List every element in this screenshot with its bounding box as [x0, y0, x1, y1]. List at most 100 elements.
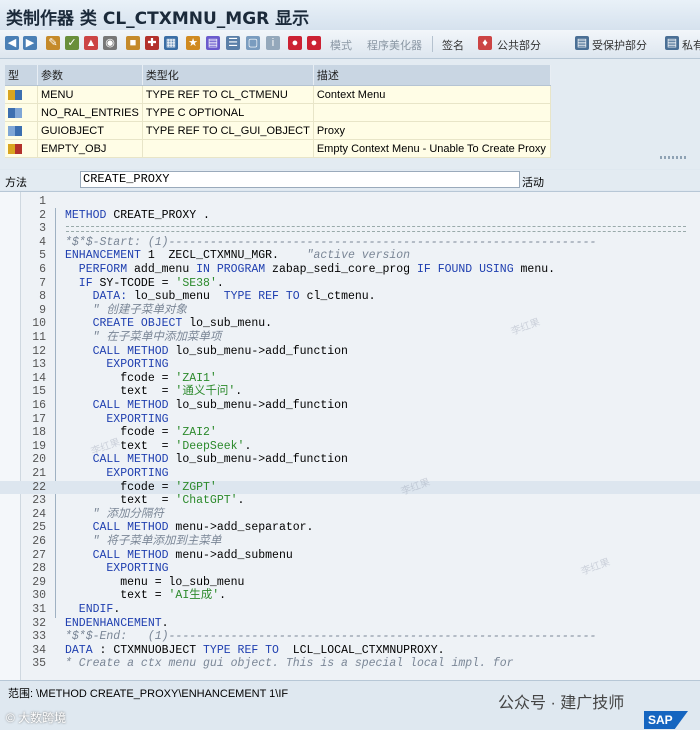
line-number: 11 [32, 331, 46, 344]
method-bar: 方法 CREATE_PROXY 活动 [0, 170, 700, 190]
public-section-icon[interactable]: ♦ [478, 36, 492, 50]
code-text: CALL METHOD menu->add_separator. [65, 521, 314, 535]
code-line[interactable]: 34 DATA : CTXMNUOBJECT TYPE REF TO LCL_LO… [0, 644, 700, 658]
code-line[interactable]: 6 PERFORM add_menu IN PROGRAM zabap_sedi… [0, 263, 700, 277]
back-arrow-icon[interactable]: ◀ [5, 36, 19, 50]
hierarchy-icon[interactable]: ▦ [164, 36, 178, 50]
line-number: 27 [32, 548, 46, 562]
code-line[interactable]: 24 " 添加分隔符 [0, 508, 700, 522]
param-description: Context Menu [313, 85, 551, 104]
code-line[interactable]: 10 CREATE OBJECT lo_sub_menu. [0, 317, 700, 331]
line-number: 14 [32, 371, 46, 385]
where-used-icon[interactable]: ◉ [103, 36, 117, 50]
line-number: 33 [32, 630, 46, 644]
code-line[interactable]: 21 EXPORTING [0, 467, 700, 481]
protected-section-icon[interactable]: ▤ [575, 36, 589, 50]
line-number: 23 [32, 494, 46, 508]
line-number: 26 [32, 535, 46, 548]
line-number: 4 [39, 235, 46, 249]
code-line[interactable]: 11 " 在子菜单中添加菜单项 [0, 331, 700, 345]
code-line[interactable]: 16 CALL METHOD lo_sub_menu->add_function [0, 399, 700, 413]
object-list-icon[interactable]: ■ [126, 36, 140, 50]
code-text: fcode = 'ZGPT' [65, 480, 217, 494]
import-param-icon [5, 103, 38, 122]
code-line[interactable]: 13 EXPORTING [0, 358, 700, 372]
display-change-icon[interactable]: ✎ [46, 36, 60, 50]
protected-section-button[interactable]: 受保护部分 [592, 37, 647, 53]
code-line[interactable]: 8 DATA: lo_sub_menu TYPE REF TO cl_ctmen… [0, 290, 700, 304]
navigator-icon[interactable]: ★ [186, 36, 200, 50]
sap-logo: SAP [644, 711, 688, 729]
stack-icon[interactable]: ☰ [226, 36, 240, 50]
table-row[interactable]: NO_RAL_ENTRIES TYPE C OPTIONAL [5, 103, 551, 122]
table-row[interactable]: EMPTY_OBJ Empty Context Menu - Unable To… [5, 139, 551, 158]
code-line[interactable]: 31 ENDIF. [0, 603, 700, 617]
code-line[interactable]: 32 ENDENHANCEMENT. [0, 617, 700, 631]
code-text: text = 'AI生成'. [65, 589, 227, 603]
column-header-typing: 类型化 [142, 65, 314, 86]
code-line[interactable]: 5 ENHANCEMENT 1 ZECL_CTXMNU_MGR. "active … [0, 249, 700, 263]
param-name: MENU [37, 85, 143, 104]
code-line[interactable]: 30 text = 'AI生成'. [0, 589, 700, 603]
line-number: 7 [39, 276, 46, 290]
public-section-button[interactable]: 公共部分 [497, 37, 541, 53]
code-line[interactable]: 22 fcode = 'ZGPT' [0, 480, 700, 495]
param-description: Proxy [313, 121, 551, 140]
signature-button[interactable]: 签名 [442, 37, 464, 53]
code-text: DATA: lo_sub_menu TYPE REF TO cl_ctmenu. [65, 290, 376, 304]
code-line[interactable]: 20 CALL METHOD lo_sub_menu->add_function [0, 453, 700, 467]
column-header-kind: 型 [5, 65, 38, 86]
code-text: EXPORTING [65, 562, 169, 576]
code-text: CREATE OBJECT lo_sub_menu. [65, 317, 273, 331]
info-icon[interactable]: i [266, 36, 280, 50]
code-line[interactable]: 29 menu = lo_sub_menu [0, 576, 700, 590]
code-line[interactable]: 9 " 创建子菜单对象 [0, 304, 700, 318]
line-number: 35 [32, 657, 46, 671]
code-line[interactable]: 1 [0, 195, 700, 209]
code-text: CALL METHOD menu->add_submenu [65, 548, 293, 562]
line-number: 5 [39, 249, 46, 263]
code-line[interactable]: 7 IF SY-TCODE = 'SE38'. [0, 277, 700, 291]
code-line[interactable]: 35 * Create a ctx menu gui object. This i… [0, 657, 700, 671]
activate-icon[interactable]: ▲ [84, 36, 98, 50]
code-text: ENDENHANCEMENT. [65, 616, 169, 630]
watchpoint-icon[interactable]: ● [307, 36, 321, 50]
param-description [313, 103, 551, 122]
code-line[interactable]: 26 " 将子菜单添加到主菜单 [0, 535, 700, 549]
method-name-field[interactable]: CREATE_PROXY [80, 171, 520, 188]
breakpoint-icon[interactable]: ● [288, 36, 302, 50]
line-number: 30 [32, 589, 46, 603]
private-section-button[interactable]: 私有 [682, 37, 700, 53]
toolbar-divider [432, 36, 433, 52]
code-line[interactable]: 2 METHOD CREATE_PROXY . [0, 209, 700, 223]
code-line[interactable]: 14 fcode = 'ZAI1' [0, 372, 700, 386]
code-line[interactable]: 33 *$*$-End: (1)-------------------------… [0, 630, 700, 644]
private-section-icon[interactable]: ▤ [665, 36, 679, 50]
param-name: NO_RAL_ENTRIES [37, 103, 143, 122]
edit-icon[interactable]: ✚ [145, 36, 159, 50]
parameter-area: 型 参数 类型化 描述 MENU TYPE REF TO CL_CTMENU C… [0, 59, 700, 169]
param-typing: TYPE C OPTIONAL [142, 103, 314, 122]
check-icon[interactable]: ✓ [65, 36, 79, 50]
code-line[interactable]: 17 EXPORTING [0, 413, 700, 427]
split-icon[interactable]: ▢ [246, 36, 260, 50]
column-header-parameter: 参数 [37, 65, 143, 86]
code-line[interactable]: 23 text = 'ChatGPT'. [0, 494, 700, 508]
code-line[interactable]: 15 text = '通义千问'. [0, 385, 700, 399]
param-description: Empty Context Menu - Unable To Create Pr… [313, 139, 551, 158]
table-row[interactable]: MENU TYPE REF TO CL_CTMENU Context Menu [5, 85, 551, 104]
param-name: GUIOBJECT [37, 121, 143, 140]
line-number: 25 [32, 521, 46, 535]
line-number: 3 [39, 222, 46, 236]
mode-button[interactable]: 模式 [330, 37, 352, 53]
splitter-handle[interactable] [660, 156, 688, 159]
table-row[interactable]: GUIOBJECT TYPE REF TO CL_GUI_OBJECT Prox… [5, 121, 551, 140]
code-editor[interactable]: 1 2 METHOD CREATE_PROXY . 3 4 *$*$-Start: (1)… [0, 191, 700, 680]
code-line[interactable]: 12 CALL METHOD lo_sub_menu->add_function [0, 345, 700, 359]
column-header-description: 描述 [313, 65, 551, 86]
pretty-printer-button[interactable]: 程序美化器 [367, 37, 422, 53]
forward-arrow-icon[interactable]: ▶ [23, 36, 37, 50]
code-line[interactable]: 4 *$*$-Start: (1)------------------------… [0, 236, 700, 250]
code-line[interactable]: 25 CALL METHOD menu->add_separator. [0, 521, 700, 535]
transport-icon[interactable]: ▤ [206, 36, 220, 50]
